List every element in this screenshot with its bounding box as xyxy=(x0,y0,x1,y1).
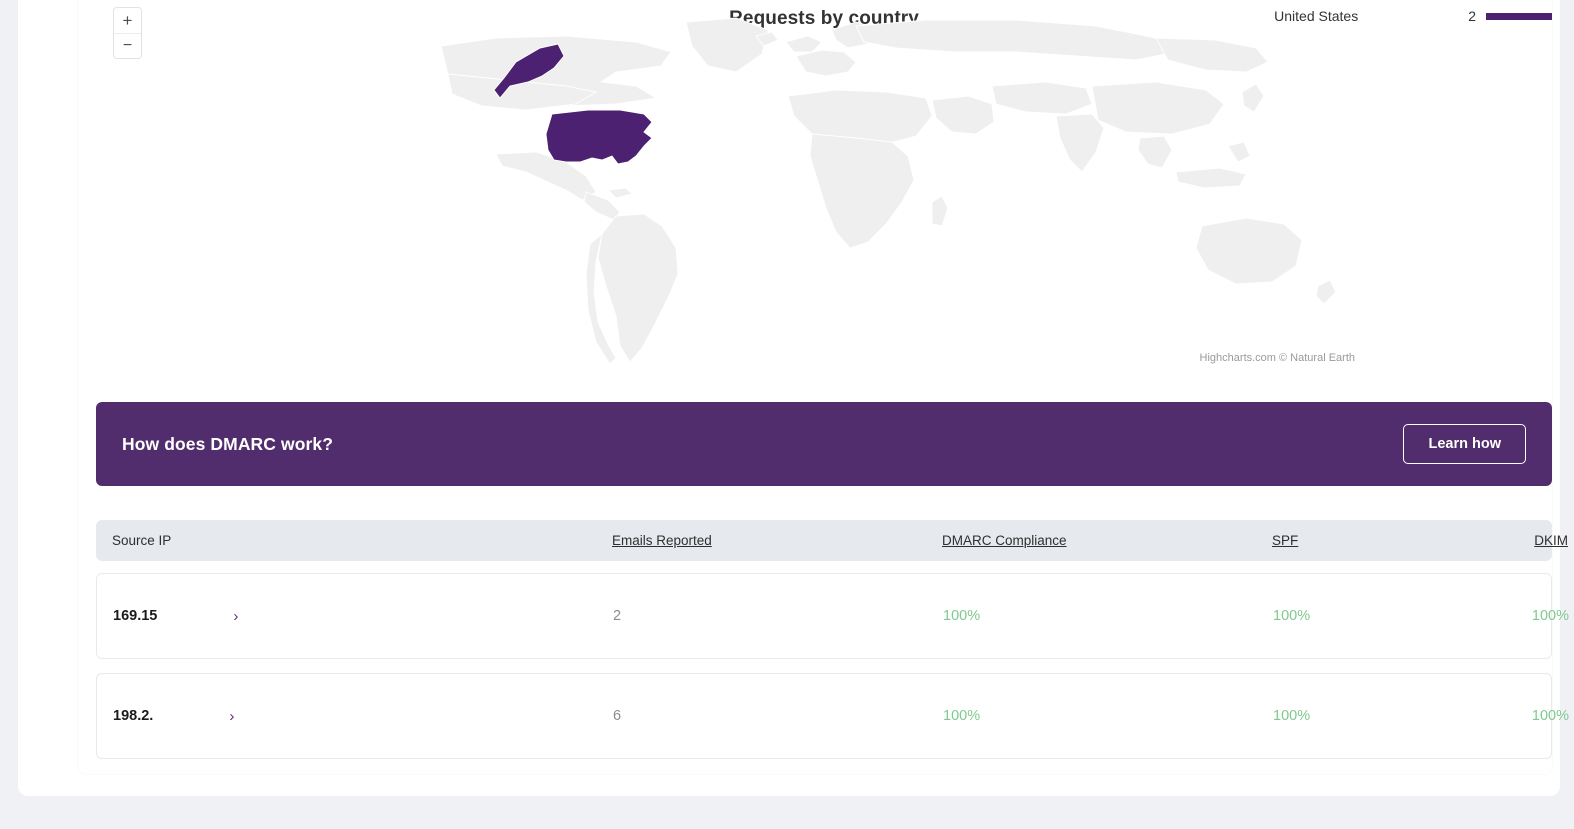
map-zoom-in-button[interactable]: + xyxy=(114,8,141,33)
cell-dmarc-compliance: 100% xyxy=(943,608,1273,624)
map-legend: United States 2 xyxy=(1274,8,1552,24)
source-ip-table: Source IP Emails Reported DMARC Complian… xyxy=(96,520,1552,773)
legend-color-bar xyxy=(1486,13,1552,20)
cell-spf: 100% xyxy=(1273,708,1393,724)
legend-value-label: 2 xyxy=(1468,8,1476,24)
table-row[interactable]: 169.15 › 2 100% 100% 100% xyxy=(96,573,1552,659)
region-sub-saharan-africa xyxy=(810,134,914,248)
country-japan xyxy=(1242,84,1264,112)
world-map-canvas[interactable] xyxy=(96,0,1552,368)
left-gutter xyxy=(0,0,18,829)
column-header-dmarc-compliance[interactable]: DMARC Compliance xyxy=(942,533,1272,548)
map-attribution-credit: Highcharts.com © Natural Earth xyxy=(1200,352,1355,364)
country-uk-ireland xyxy=(786,36,822,52)
right-gutter xyxy=(1560,0,1574,829)
app-shell-card: Requests by country + − United States 2 xyxy=(18,0,1560,796)
page-root: Requests by country + − United States 2 xyxy=(0,0,1574,829)
cell-spf: 100% xyxy=(1273,608,1393,624)
country-new-zealand xyxy=(1316,280,1336,304)
cell-emails-reported: 6 xyxy=(613,708,943,724)
country-india xyxy=(1056,114,1104,172)
country-china xyxy=(1092,82,1224,134)
map-zoom-out-button[interactable]: − xyxy=(114,33,141,58)
country-philippines xyxy=(1228,142,1250,162)
learn-how-button[interactable]: Learn how xyxy=(1403,424,1526,464)
country-australia xyxy=(1196,218,1302,284)
column-header-source-ip: Source IP xyxy=(112,533,612,548)
cell-dmarc-compliance: 100% xyxy=(943,708,1273,724)
legend-country-label: United States xyxy=(1274,8,1358,24)
cell-dkim: 100% xyxy=(1393,708,1569,724)
promo-banner-title: How does DMARC work? xyxy=(122,434,333,455)
chevron-right-icon[interactable]: › xyxy=(229,709,234,724)
table-header-row: Source IP Emails Reported DMARC Complian… xyxy=(96,520,1552,561)
requests-by-country-map: Requests by country + − United States 2 xyxy=(96,0,1552,368)
source-ip-value: 198.2. xyxy=(113,708,153,724)
table-body: 169.15 › 2 100% 100% 100% 198.2. › 6 xyxy=(96,573,1552,759)
country-madagascar xyxy=(932,196,948,226)
region-north-africa xyxy=(788,90,932,144)
country-greenland xyxy=(686,18,768,72)
region-southeast-asia xyxy=(1138,136,1172,168)
chevron-right-icon[interactable]: › xyxy=(233,609,238,624)
cell-dkim: 100% xyxy=(1393,608,1569,624)
cell-source-ip: 169.15 › xyxy=(113,608,613,624)
map-zoom-controls[interactable]: + − xyxy=(114,8,141,58)
region-western-europe xyxy=(796,50,856,76)
country-cuba xyxy=(608,188,632,198)
world-map-svg[interactable] xyxy=(96,0,1552,368)
source-ip-value: 169.15 xyxy=(113,608,157,624)
map-countries-layer xyxy=(441,18,1336,364)
dashboard-content-panel: Requests by country + − United States 2 xyxy=(78,0,1552,774)
column-header-emails-reported[interactable]: Emails Reported xyxy=(612,533,942,548)
country-brazil-block xyxy=(598,214,678,362)
cell-emails-reported: 2 xyxy=(613,608,943,624)
column-header-dkim[interactable]: DKIM xyxy=(1392,533,1568,548)
cell-source-ip: 198.2. › xyxy=(113,708,613,724)
country-russia-west xyxy=(856,20,1176,60)
region-central-asia xyxy=(992,82,1092,114)
dmarc-promo-banner: How does DMARC work? Learn how xyxy=(96,402,1552,486)
table-row[interactable]: 198.2. › 6 100% 100% 100% xyxy=(96,673,1552,759)
country-usa-highlight xyxy=(546,110,652,164)
country-russia-east xyxy=(1156,38,1268,72)
country-indonesia xyxy=(1176,168,1246,188)
region-middle-east xyxy=(932,96,994,134)
column-header-spf[interactable]: SPF xyxy=(1272,533,1392,548)
